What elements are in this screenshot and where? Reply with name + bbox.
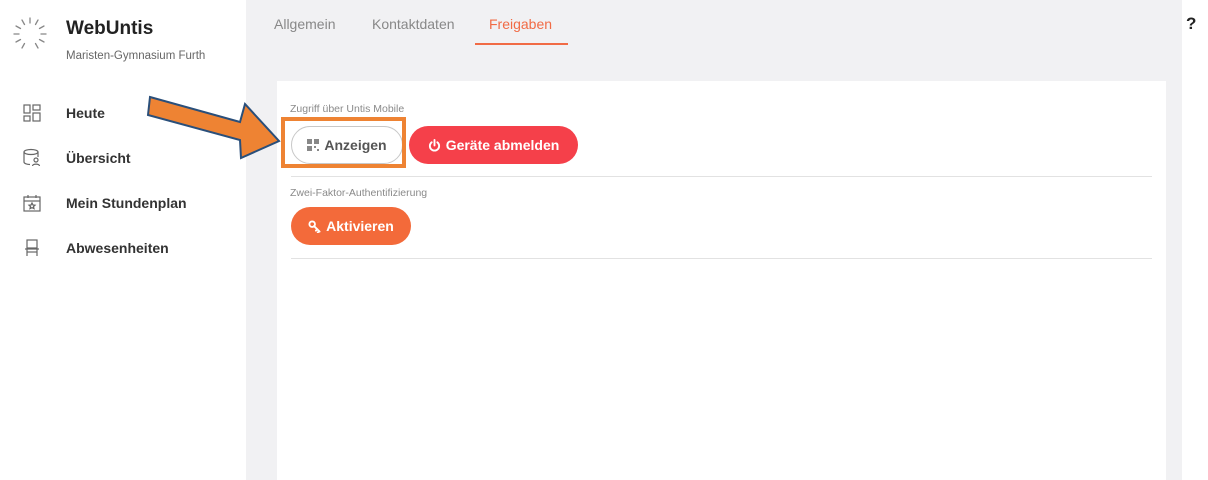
tab-kontaktdaten[interactable]: Kontaktdaten <box>372 16 455 32</box>
sidebar: WebUntis Maristen-Gymnasium Furth Heute … <box>0 0 246 480</box>
key-icon <box>308 219 321 233</box>
dashboard-icon <box>23 104 41 122</box>
sidebar-item-label: Heute <box>66 105 105 121</box>
sidebar-item-heute[interactable]: Heute <box>0 95 246 131</box>
tab-allgemein[interactable]: Allgemein <box>274 16 335 32</box>
logout-devices-button[interactable]: Geräte abmelden <box>409 126 578 164</box>
sidebar-item-label: Abwesenheiten <box>66 240 169 256</box>
right-strip <box>1182 0 1208 480</box>
section-label-two-factor: Zwei-Faktor-Authentifizierung <box>290 187 428 199</box>
section-divider <box>291 176 1152 177</box>
settings-card: Zugriff über Untis Mobile Anzeigen Gerät… <box>277 81 1166 480</box>
database-user-icon <box>23 148 41 167</box>
sidebar-item-label: Übersicht <box>66 150 131 166</box>
section-divider <box>291 258 1152 259</box>
annotation-highlight-box <box>281 117 406 168</box>
activate-2fa-button-label: Aktivieren <box>326 218 394 234</box>
section-label-untis-mobile: Zugriff über Untis Mobile <box>290 103 405 115</box>
sidebar-item-abwesenheiten[interactable]: Abwesenheiten <box>0 230 246 266</box>
tab-bar: Allgemein Kontaktdaten Freigaben <box>246 0 1182 46</box>
sidebar-item-label: Mein Stundenplan <box>66 195 187 211</box>
webuntis-logo-icon <box>13 17 47 49</box>
tab-freigaben[interactable]: Freigaben <box>489 16 552 32</box>
school-name: Maristen-Gymnasium Furth <box>66 50 206 62</box>
calendar-star-icon <box>23 195 41 212</box>
power-icon <box>428 138 441 152</box>
help-button[interactable]: ? <box>1186 14 1196 34</box>
sidebar-item-mein-stundenplan[interactable]: Mein Stundenplan <box>0 185 246 221</box>
app-title: WebUntis <box>66 18 154 39</box>
active-tab-indicator <box>475 43 568 45</box>
chair-icon <box>25 239 39 256</box>
activate-2fa-button[interactable]: Aktivieren <box>291 207 411 245</box>
logout-devices-button-label: Geräte abmelden <box>445 137 560 153</box>
sidebar-item-uebersicht[interactable]: Übersicht <box>0 140 246 176</box>
